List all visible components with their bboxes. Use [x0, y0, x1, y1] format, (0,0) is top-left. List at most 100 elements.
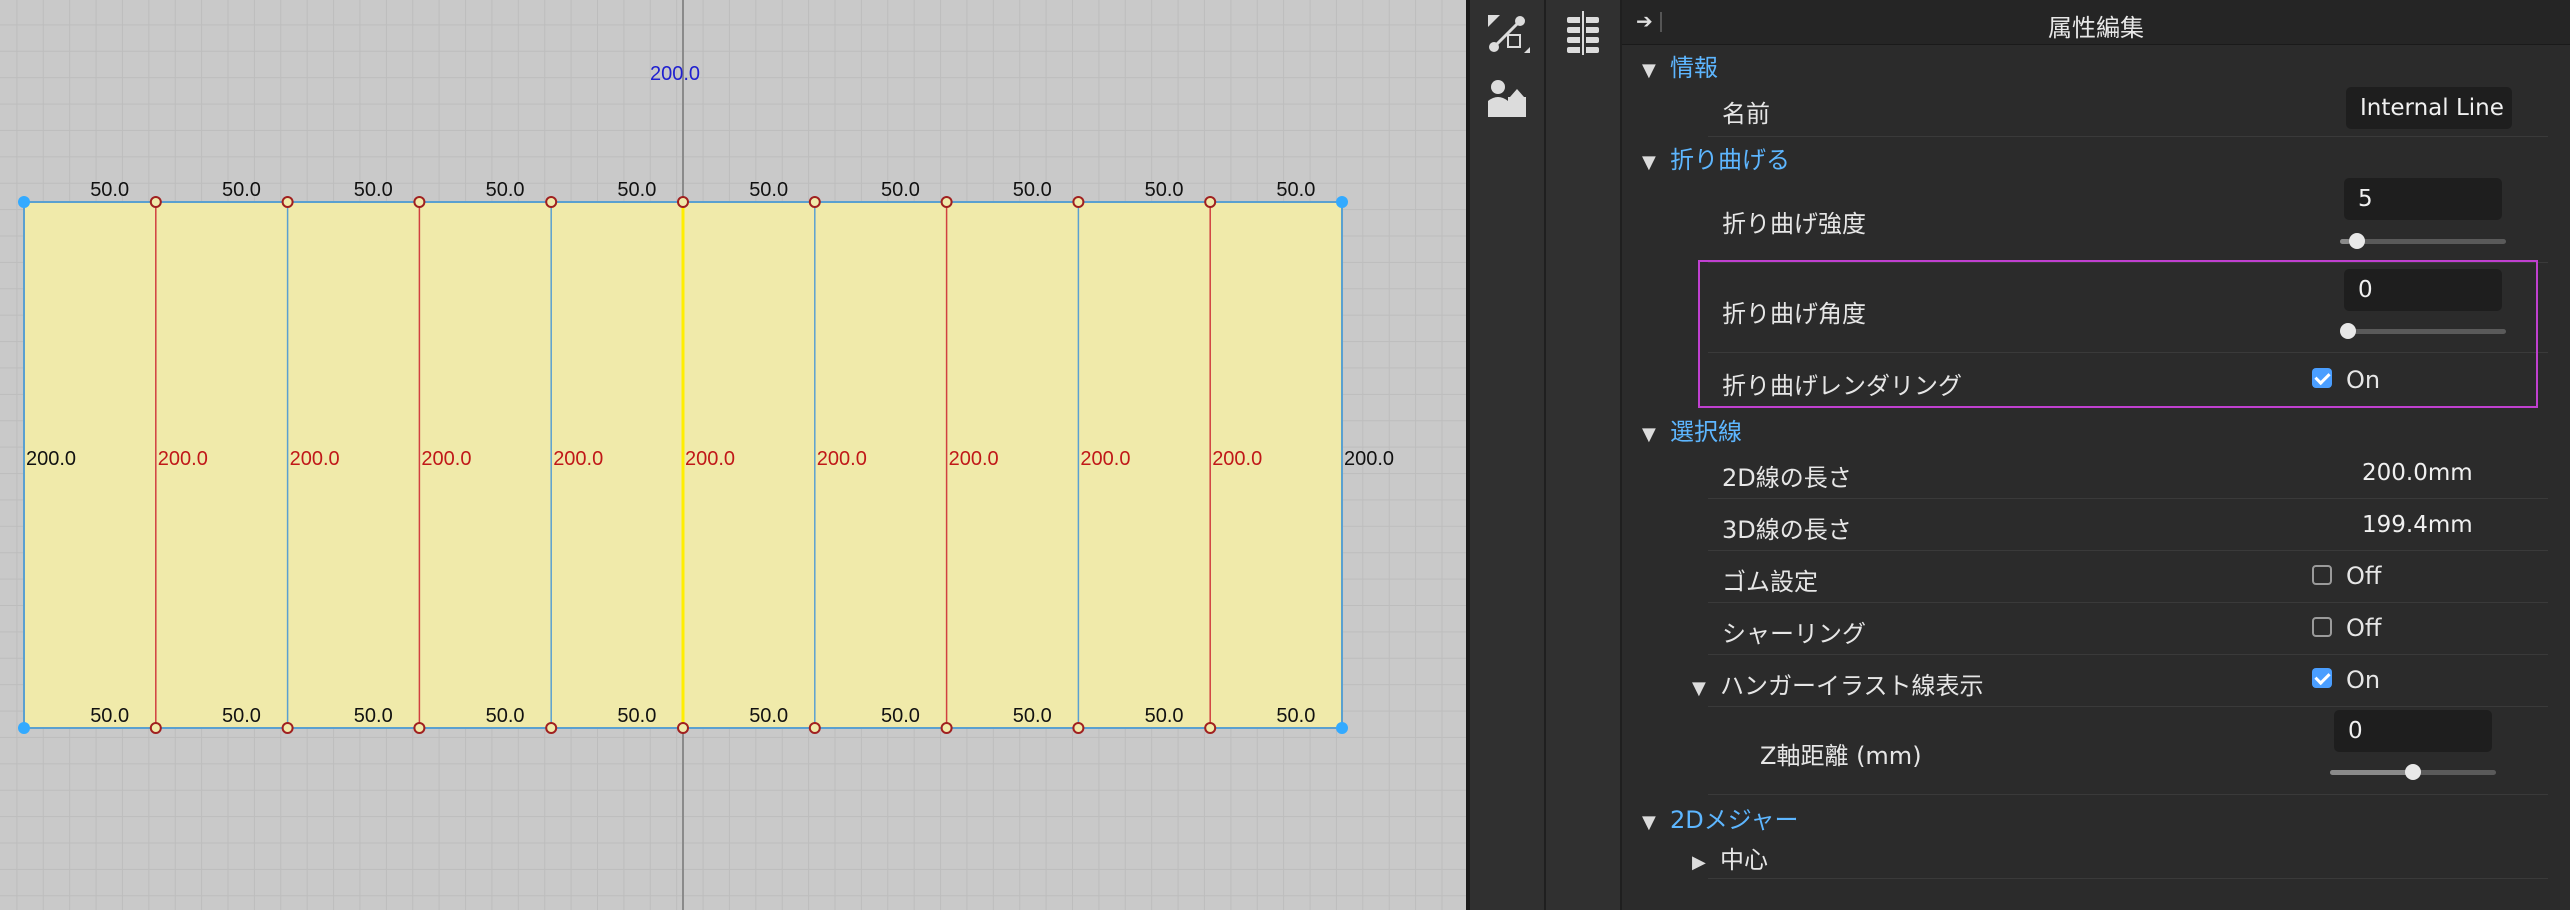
expand-down-icon: ▼ [1642, 424, 1656, 445]
line-endpoint[interactable] [808, 196, 821, 208]
section-info-label: 情報 [1670, 54, 1718, 82]
tool-strip-secondary [1546, 0, 1622, 910]
segment-length-label-top: 50.0 [486, 179, 525, 201]
pattern-canvas[interactable]: 200.0 50.0 50.0 50.0 50.0 50.0 50.0 50.0 50.0 50… [0, 0, 1466, 910]
section-2d-measure[interactable]: ▼ 2Dメジャー [1642, 800, 1799, 835]
line-endpoint[interactable] [1072, 196, 1085, 208]
segment-length-label-top: 50.0 [617, 179, 656, 201]
length-3d-value: 199.4mm [2362, 512, 2473, 538]
line-endpoint[interactable] [149, 722, 162, 734]
height-label: 200.0 [290, 448, 340, 470]
layers-button[interactable] [1553, 4, 1613, 60]
line-endpoint[interactable] [545, 196, 558, 208]
segment-length-label-bottom: 50.0 [881, 705, 920, 727]
segment-length-label-top: 50.0 [1013, 179, 1052, 201]
hanger-checkbox[interactable] [2312, 668, 2332, 688]
height-label: 200.0 [817, 448, 867, 470]
hanger-label: ハンガーイラスト線表示 [1720, 672, 1984, 700]
segment-length-label-top: 50.0 [354, 179, 393, 201]
section-info[interactable]: ▼ 情報 [1642, 48, 1718, 83]
height-label: 200.0 [1344, 448, 1394, 470]
shirring-checkbox[interactable] [2312, 617, 2332, 637]
row-divider [1708, 654, 2548, 655]
name-label: 名前 [1722, 100, 1770, 128]
section-selected-line[interactable]: ▼ 選択線 [1642, 412, 1742, 447]
rubber-state: Off [2346, 562, 2382, 590]
layers-icon [1567, 11, 1599, 55]
row-divider [1708, 706, 2548, 707]
top-dimension-label: 200.0 [650, 63, 700, 85]
property-panel: ➔ 属性編集 ▼ 情報 名前 Internal Line ▼ 折り曲げる 折り曲げ強… [1622, 0, 2570, 910]
z-distance-slider[interactable] [2330, 764, 2496, 780]
name-input[interactable]: Internal Line [2346, 87, 2512, 129]
avatar-tool-button[interactable] [1477, 70, 1537, 126]
height-label: 200.0 [1080, 448, 1130, 470]
line-endpoint[interactable] [1204, 196, 1217, 208]
height-label: 200.0 [1212, 448, 1262, 470]
line-endpoint[interactable] [413, 722, 426, 734]
line-endpoint[interactable] [413, 196, 426, 208]
segment-length-label-bottom: 50.0 [617, 705, 656, 727]
segment-length-label-bottom: 50.0 [1145, 705, 1184, 727]
line-endpoint[interactable] [808, 722, 821, 734]
fold-strength-slider[interactable] [2340, 233, 2506, 249]
rubber-label: ゴム設定 [1722, 568, 1818, 596]
line-endpoint[interactable] [1204, 722, 1217, 734]
length-2d-value: 200.0mm [2362, 460, 2473, 486]
line-endpoint[interactable] [677, 196, 689, 208]
height-label: 200.0 [26, 448, 76, 470]
line-endpoint[interactable] [940, 196, 953, 208]
segment-length-label-bottom: 50.0 [1276, 705, 1315, 727]
panel-header: ➔ 属性編集 [1622, 0, 2570, 45]
hanger-state: On [2346, 666, 2381, 694]
z-distance-label: Z軸距離 (mm) [1760, 742, 1922, 770]
transform-tool-icon [1488, 15, 1530, 53]
expand-right-icon: ▶ [1692, 852, 1706, 873]
corner-point[interactable] [1336, 722, 1348, 734]
center-row[interactable]: ▶ 中心 [1692, 840, 1768, 875]
row-divider [1708, 878, 2548, 879]
row-divider [1708, 550, 2548, 551]
expand-down-icon: ▼ [1642, 152, 1656, 173]
expand-down-icon: ▼ [1692, 678, 1706, 699]
length-3d-label: 3D線の長さ [1722, 516, 1852, 544]
hanger-row[interactable]: ▼ ハンガーイラスト線表示 [1692, 666, 1984, 701]
z-distance-input[interactable]: 0 [2334, 710, 2492, 752]
segment-length-label-top: 50.0 [1276, 179, 1315, 201]
expand-down-icon: ▼ [1642, 812, 1656, 833]
line-endpoint[interactable] [677, 722, 689, 734]
line-endpoint[interactable] [281, 196, 294, 208]
slider-fill [2330, 770, 2413, 775]
row-divider [1708, 136, 2548, 137]
segment-length-label-bottom: 50.0 [90, 705, 129, 727]
segment-length-label-top: 50.0 [222, 179, 261, 201]
line-endpoint[interactable] [940, 722, 953, 734]
center-label: 中心 [1720, 846, 1768, 874]
section-fold[interactable]: ▼ 折り曲げる [1642, 140, 1790, 175]
segment-length-label-bottom: 50.0 [1013, 705, 1052, 727]
row-divider [1708, 498, 2548, 499]
segment-length-label-top: 50.0 [90, 179, 129, 201]
corner-point[interactable] [18, 722, 30, 734]
length-2d-label: 2D線の長さ [1722, 464, 1852, 492]
slider-knob[interactable] [2349, 233, 2365, 249]
expand-down-icon: ▼ [1642, 60, 1656, 81]
row-divider [1708, 794, 2548, 795]
corner-point[interactable] [1336, 196, 1348, 208]
focus-highlight-box [1698, 260, 2538, 408]
segment-length-label-bottom: 50.0 [354, 705, 393, 727]
pattern-drawing[interactable]: 200.0 50.0 50.0 50.0 50.0 50.0 50.0 50.0 50.0 50… [0, 0, 1466, 910]
corner-point[interactable] [18, 196, 30, 208]
section-2d-measure-label: 2Dメジャー [1670, 806, 1799, 834]
rubber-checkbox[interactable] [2312, 565, 2332, 585]
transform-tool-button[interactable] [1477, 6, 1537, 62]
shirring-label: シャーリング [1722, 620, 1866, 648]
section-selected-line-label: 選択線 [1670, 418, 1742, 446]
line-endpoint[interactable] [1072, 722, 1085, 734]
line-endpoint[interactable] [149, 196, 162, 208]
panel-title: 属性編集 [2048, 14, 2144, 42]
line-endpoint[interactable] [281, 722, 294, 734]
fold-strength-input[interactable]: 5 [2344, 178, 2502, 220]
slider-knob[interactable] [2405, 764, 2421, 780]
line-endpoint[interactable] [545, 722, 558, 734]
